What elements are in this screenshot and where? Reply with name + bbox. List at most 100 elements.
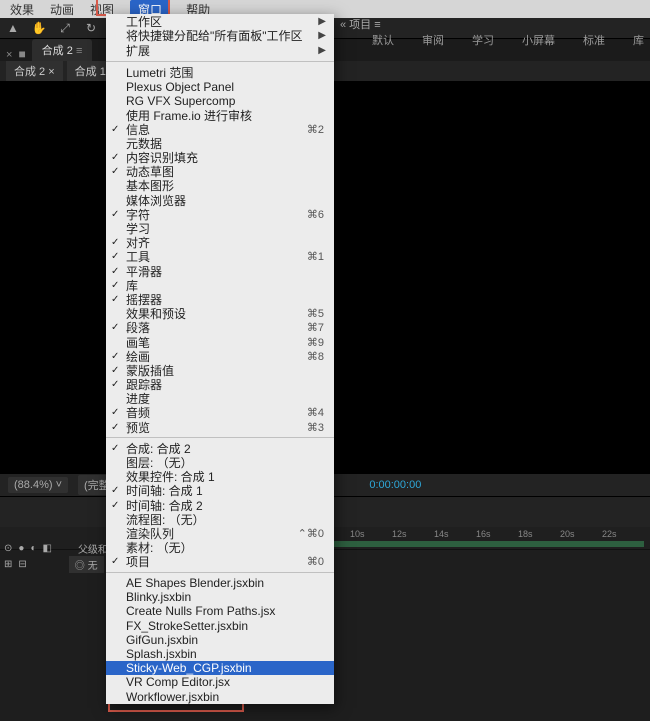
- check-icon: ✓: [111, 166, 119, 177]
- check-icon: ✓: [111, 322, 119, 333]
- workspace-tab[interactable]: 标准: [583, 32, 605, 48]
- ruler-tick: 10s: [350, 529, 365, 539]
- check-icon: ✓: [111, 266, 119, 277]
- toggle-switches-icon[interactable]: ⊞: [4, 559, 12, 570]
- menu-item[interactable]: Sticky-Web_CGP.jsxbin: [106, 661, 334, 675]
- menu-shortcut: ⌘8: [307, 350, 324, 363]
- zoom-dropdown[interactable]: (88.4%) ˅: [8, 477, 68, 493]
- menu-item[interactable]: 将快捷键分配给"所有面板"工作区 ▶: [106, 28, 334, 42]
- tool-selection-icon[interactable]: ▲: [4, 19, 22, 37]
- menu-item-label: FX_StrokeSetter.jsxbin: [126, 619, 248, 633]
- menu-item-label: 将快捷键分配给"所有面板"工作区: [126, 27, 303, 44]
- menu-item-label: Plexus Object Panel: [126, 80, 234, 94]
- check-icon: ✓: [111, 237, 119, 248]
- check-icon: ✓: [111, 152, 119, 163]
- workspace-tab[interactable]: 学习: [472, 32, 494, 48]
- menu-item-label: 项目: [126, 553, 150, 570]
- menubar-item[interactable]: 效果: [10, 1, 34, 18]
- close-icon[interactable]: ×: [6, 49, 12, 61]
- work-area-bar[interactable]: [332, 541, 644, 547]
- ruler-tick: 14s: [434, 529, 449, 539]
- check-icon: ✓: [111, 209, 119, 220]
- workspace-tab[interactable]: 库: [633, 32, 644, 48]
- menu-shortcut: ⌘6: [307, 208, 324, 221]
- ruler-tick: 22s: [602, 529, 617, 539]
- menu-item-label: 预览: [126, 419, 150, 436]
- menu-separator: [106, 61, 334, 62]
- menu-shortcut: ⌘1: [307, 250, 324, 263]
- ruler-tick: 18s: [518, 529, 533, 539]
- parent-none-dropdown[interactable]: ◎ 无: [69, 556, 104, 573]
- workspace-tab[interactable]: 小屏幕: [522, 32, 555, 48]
- check-icon: ✓: [111, 407, 119, 418]
- menu-shortcut: ⌘4: [307, 406, 324, 419]
- submenu-arrow-icon: ▶: [318, 30, 326, 41]
- menu-shortcut: ⌃⌘0: [298, 527, 324, 540]
- submenu-arrow-icon: ▶: [318, 16, 326, 27]
- check-icon: ✓: [111, 294, 119, 305]
- lock-icon[interactable]: ◐: [30, 543, 36, 554]
- menu-item[interactable]: Workflower.jsxbin: [106, 689, 334, 703]
- check-icon: ✓: [111, 379, 119, 390]
- ruler-tick: 16s: [476, 529, 491, 539]
- check-icon: ✓: [111, 485, 119, 496]
- tool-hand-icon[interactable]: ✋: [30, 19, 48, 37]
- menu-item-label: Sticky-Web_CGP.jsxbin: [126, 661, 252, 675]
- menu-item[interactable]: Plexus Object Panel: [106, 80, 334, 94]
- nested-tab[interactable]: 合成 2 ×: [6, 61, 63, 81]
- tool-zoom-icon[interactable]: ⤢: [56, 19, 74, 37]
- menu-item[interactable]: Lumetri 范围: [106, 65, 334, 79]
- check-icon: ✓: [111, 556, 119, 567]
- tool-rotate-icon[interactable]: ↻: [82, 19, 100, 37]
- workspace-tab[interactable]: 审阅: [422, 32, 444, 48]
- menu-item[interactable]: FX_StrokeSetter.jsxbin: [106, 619, 334, 633]
- menu-shortcut: ⌘9: [307, 336, 324, 349]
- comp-tab[interactable]: 合成 2 ≡: [32, 39, 93, 61]
- check-icon: ✓: [111, 251, 119, 262]
- check-icon: ✓: [111, 280, 119, 291]
- check-icon: ✓: [111, 500, 119, 511]
- menu-item-label: Workflower.jsxbin: [126, 690, 219, 704]
- submenu-arrow-icon: ▶: [318, 45, 326, 56]
- panel-menu-icon[interactable]: ■: [18, 47, 25, 61]
- menu-item[interactable]: Splash.jsxbin: [106, 647, 334, 661]
- menu-shortcut: ⌘2: [307, 123, 324, 136]
- menu-item[interactable]: ✓ 预览 ⌘3: [106, 420, 334, 434]
- menu-shortcut: ⌘3: [307, 421, 324, 434]
- menu-item-label: VR Comp Editor.jsx: [126, 675, 230, 689]
- menu-item-label: Create Nulls From Paths.jsx: [126, 604, 275, 618]
- window-menu-dropdown: 工作区▶将快捷键分配给"所有面板"工作区▶扩展▶Lumetri 范围Plexus…: [106, 14, 334, 704]
- menu-item[interactable]: 扩展 ▶: [106, 42, 334, 58]
- check-icon: ✓: [111, 351, 119, 362]
- check-icon: ✓: [111, 124, 119, 135]
- menu-shortcut: ⌘7: [307, 321, 324, 334]
- menu-item[interactable]: GifGun.jsxbin: [106, 633, 334, 647]
- check-icon: ✓: [111, 422, 119, 433]
- menu-item-label: Splash.jsxbin: [126, 647, 197, 661]
- menu-item-label: GifGun.jsxbin: [126, 633, 198, 647]
- solo-icon[interactable]: ●: [18, 543, 24, 554]
- menu-item[interactable]: Create Nulls From Paths.jsx: [106, 604, 334, 618]
- menu-separator: [106, 572, 334, 573]
- menu-item-label: Lumetri 范围: [126, 64, 193, 81]
- menu-item[interactable]: ✓平滑器: [106, 264, 334, 278]
- menu-item[interactable]: Blinky.jsxbin: [106, 590, 334, 604]
- menu-shortcut: ⌘5: [307, 307, 324, 320]
- workspace-switcher: 默认 审阅 学习 小屏幕 标准 库: [372, 32, 644, 48]
- menu-item[interactable]: VR Comp Editor.jsx: [106, 675, 334, 689]
- menu-item-label: 扩展: [126, 42, 150, 59]
- menu-item[interactable]: ✓项目⌘0: [106, 555, 334, 569]
- menu-item[interactable]: AE Shapes Blender.jsxbin: [106, 576, 334, 590]
- current-time[interactable]: 0:00:00:00: [369, 479, 421, 491]
- eyeball-icon[interactable]: ⊙: [4, 543, 12, 554]
- check-icon: ✓: [111, 443, 119, 454]
- workspace-tab[interactable]: 默认: [372, 32, 394, 48]
- menu-item-label: AE Shapes Blender.jsxbin: [126, 576, 264, 590]
- shy-icon[interactable]: ◧: [42, 543, 51, 554]
- menu-item-label: Blinky.jsxbin: [126, 590, 191, 604]
- menubar-item[interactable]: 动画: [50, 1, 74, 18]
- ruler-tick: 20s: [560, 529, 575, 539]
- toggle-modes-icon[interactable]: ⊟: [18, 559, 26, 570]
- check-icon: ✓: [111, 365, 119, 376]
- menu-separator: [106, 437, 334, 438]
